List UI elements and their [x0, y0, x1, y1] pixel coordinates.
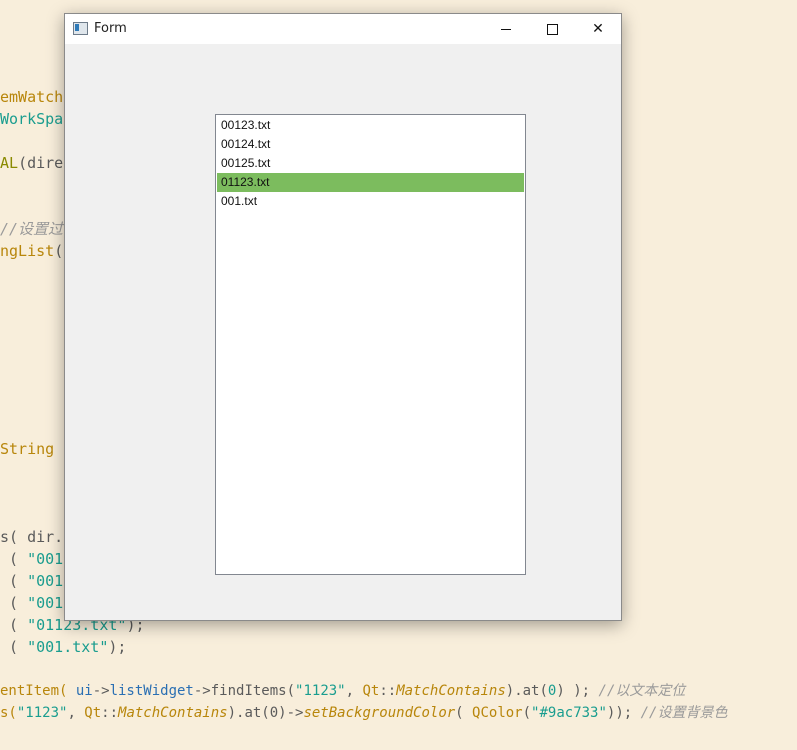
title-bar[interactable]: Form ✕ [65, 14, 621, 44]
list-item-highlighted[interactable]: 01123.txt [217, 173, 524, 192]
maximize-icon [546, 23, 558, 35]
code-line: entItem( ui->listWidget->findItems("1123… [0, 683, 686, 699]
list-item[interactable]: 00125.txt [217, 154, 524, 173]
code-line: ( "001.txt"); [0, 638, 127, 656]
code-line: emWatch [0, 88, 64, 106]
close-icon: ✕ [592, 21, 604, 37]
list-item[interactable]: 00124.txt [217, 135, 524, 154]
list-item[interactable]: 00123.txt [217, 116, 524, 135]
close-button[interactable]: ✕ [575, 14, 621, 44]
list-widget[interactable]: 00123.txt 00124.txt 00125.txt 01123.txt … [215, 114, 526, 575]
code-line: WorkSpa [0, 110, 64, 128]
list-item[interactable]: 001.txt [217, 192, 524, 211]
app-window-icon [73, 22, 88, 35]
maximize-button[interactable] [529, 14, 575, 44]
form-window: Form ✕ 00123.txt 00124.txt 00125.txt 011… [64, 13, 622, 621]
code-line: //设置过 [0, 220, 64, 238]
window-title: Form [94, 21, 127, 36]
minimize-icon [501, 28, 511, 30]
minimize-button[interactable] [483, 14, 529, 44]
code-line: s("1123", Qt::MatchContains).at(0)->setB… [0, 705, 728, 721]
